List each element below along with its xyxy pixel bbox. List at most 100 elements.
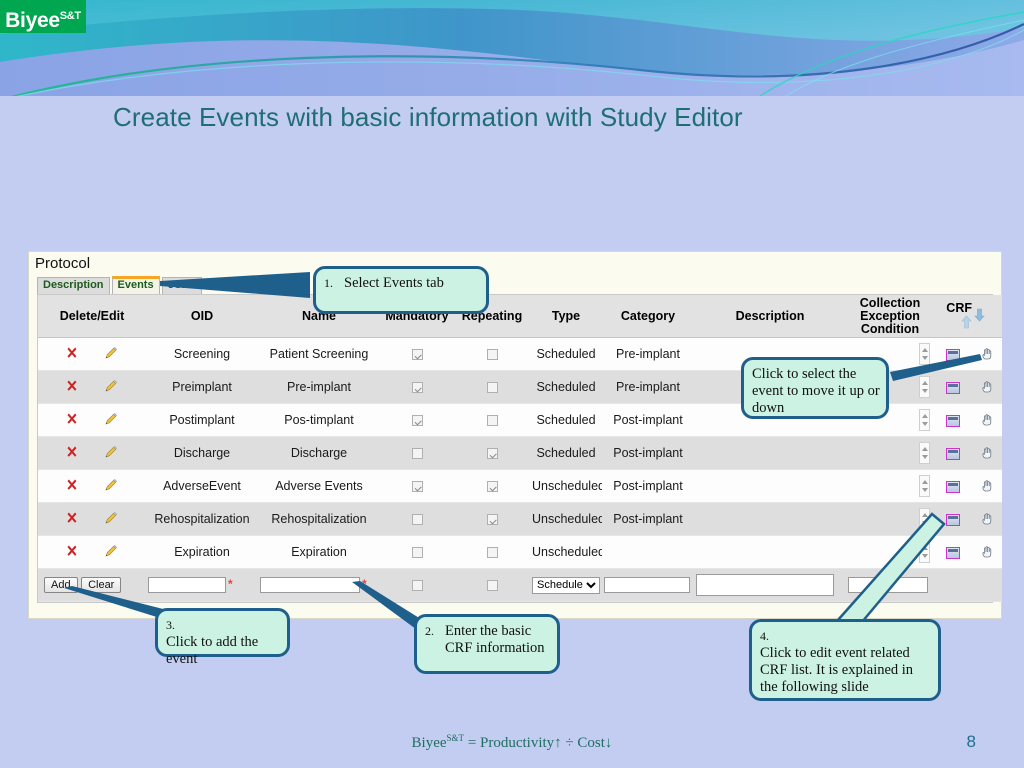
edit-pencil-icon[interactable] (104, 478, 118, 495)
description-textarea[interactable] (696, 574, 834, 596)
repeating-checkbox[interactable] (486, 514, 498, 526)
condition-input[interactable] (848, 577, 928, 593)
cell-entry-actions: Add Clear (38, 568, 146, 602)
cell-description (694, 469, 846, 503)
crf-grid-icon[interactable] (946, 447, 960, 460)
table-row: ✕ Discharge Discharge Scheduled Post-implant (38, 436, 1002, 470)
events-grid-container: Delete/Edit OID Name Mandatory Repeating… (37, 294, 1002, 603)
repeating-checkbox[interactable] (486, 349, 498, 361)
col-type: Type (530, 295, 602, 338)
cell-entry-description (694, 568, 846, 602)
cell-oid: Postimplant (146, 403, 258, 437)
cell-repeating (454, 403, 530, 437)
delete-icon[interactable]: ✕ (66, 542, 78, 562)
edit-pencil-icon[interactable] (104, 445, 118, 462)
cell-entry-crf (934, 568, 972, 602)
cell-type: Scheduled (530, 370, 602, 404)
footer-tagline: BiyeeS&T = Productivity↑ ÷ Cost↓ (0, 733, 1024, 752)
cell-repeating (454, 436, 530, 470)
table-row: ✕ Expiration Expiration Unscheduled (38, 535, 1002, 569)
mandatory-checkbox[interactable] (411, 514, 423, 526)
entry-repeating-checkbox[interactable] (486, 580, 498, 592)
cell-crf (934, 469, 972, 503)
cell-category: Post-implant (602, 502, 694, 536)
crf-grid-icon[interactable] (946, 348, 960, 361)
callout-4-number: 2. (425, 624, 434, 638)
cell-type: Unscheduled (530, 535, 602, 569)
edit-pencil-icon[interactable] (104, 511, 118, 528)
mandatory-checkbox[interactable] (411, 481, 423, 493)
repeating-checkbox[interactable] (486, 415, 498, 427)
cell-name: Discharge (258, 436, 380, 470)
crf-grid-icon[interactable] (946, 546, 960, 559)
cell-collection-exception-condition (846, 535, 934, 569)
repeating-checkbox[interactable] (486, 547, 498, 559)
add-button[interactable]: Add (44, 577, 78, 593)
spinner-icon[interactable] (919, 409, 930, 431)
cell-type: Scheduled (530, 403, 602, 437)
spinner-icon[interactable] (919, 508, 930, 530)
cell-entry-repeating (454, 568, 530, 602)
cell-mandatory (380, 403, 454, 437)
spinner-icon[interactable] (919, 343, 930, 365)
entry-row: Add Clear * * ScheduledUnscheduled (38, 568, 1002, 602)
delete-icon[interactable]: ✕ (66, 377, 78, 397)
delete-icon[interactable]: ✕ (66, 344, 78, 364)
type-select[interactable]: ScheduledUnscheduled (532, 576, 600, 594)
callout-edit-crf-list: 4. Click to edit event related CRF list. … (749, 619, 941, 701)
mandatory-checkbox[interactable] (411, 382, 423, 394)
repeating-checkbox[interactable] (486, 448, 498, 460)
header-banner (0, 0, 1024, 96)
repeating-checkbox[interactable] (486, 481, 498, 493)
col-delete-edit: Delete/Edit (38, 295, 146, 338)
cell-repeating (454, 370, 530, 404)
delete-icon[interactable]: ✕ (66, 509, 78, 529)
hand-pointer-icon[interactable] (980, 512, 994, 526)
delete-icon[interactable]: ✕ (66, 476, 78, 496)
spinner-icon[interactable] (919, 475, 930, 497)
tab-description[interactable]: Description (37, 277, 110, 294)
edit-pencil-icon[interactable] (104, 379, 118, 396)
mandatory-checkbox[interactable] (411, 448, 423, 460)
hand-pointer-icon[interactable] (980, 380, 994, 394)
edit-pencil-icon[interactable] (104, 412, 118, 429)
crf-grid-icon[interactable] (946, 414, 960, 427)
edit-pencil-icon[interactable] (104, 544, 118, 561)
move-down-arrow-icon[interactable] (974, 308, 985, 325)
mandatory-checkbox[interactable] (411, 349, 423, 361)
mandatory-checkbox[interactable] (411, 415, 423, 427)
logo-superscript: S&T (59, 10, 81, 22)
entry-mandatory-checkbox[interactable] (411, 580, 423, 592)
cell-crf (934, 403, 972, 437)
col-oid: OID (146, 295, 258, 338)
edit-pencil-icon[interactable] (104, 346, 118, 363)
crf-grid-icon[interactable] (946, 480, 960, 493)
hand-pointer-icon[interactable] (980, 545, 994, 559)
spinner-icon[interactable] (919, 541, 930, 563)
move-up-arrow-icon[interactable] (961, 315, 972, 332)
delete-icon[interactable]: ✕ (66, 410, 78, 430)
cell-repeating (454, 502, 530, 536)
spinner-icon[interactable] (919, 442, 930, 464)
name-input[interactable] (260, 577, 360, 593)
category-input[interactable] (604, 577, 690, 593)
crf-grid-icon[interactable] (946, 513, 960, 526)
cell-delete-edit: ✕ (38, 436, 146, 470)
clear-button[interactable]: Clear (81, 577, 122, 593)
hand-pointer-icon[interactable] (980, 413, 994, 427)
delete-icon[interactable]: ✕ (66, 443, 78, 463)
oid-input[interactable] (148, 577, 226, 593)
tab-events[interactable]: Events (111, 276, 160, 294)
crf-grid-icon[interactable] (946, 381, 960, 394)
hand-pointer-icon[interactable] (980, 479, 994, 493)
cell-select (972, 535, 1002, 569)
tab-ecrf[interactable]: eCRF (161, 277, 203, 294)
hand-pointer-icon[interactable] (980, 446, 994, 460)
cell-description (694, 535, 846, 569)
mandatory-checkbox[interactable] (411, 547, 423, 559)
repeating-checkbox[interactable] (486, 382, 498, 394)
spinner-icon[interactable] (919, 376, 930, 398)
hand-pointer-icon[interactable] (980, 347, 994, 361)
col-description: Description (694, 295, 846, 338)
cell-mandatory (380, 436, 454, 470)
